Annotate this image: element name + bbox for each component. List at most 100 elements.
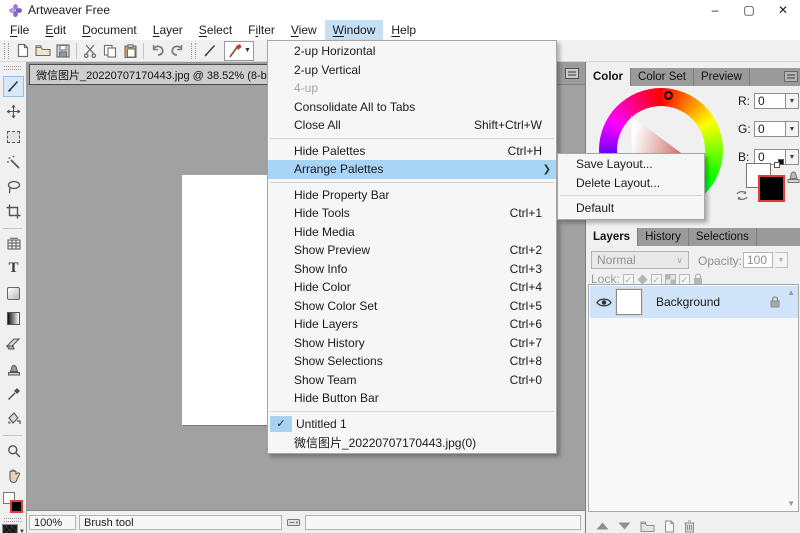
tools-drag-handle[interactable] <box>4 66 21 70</box>
menu-item-hide-property-bar[interactable]: Hide Property Bar <box>268 186 556 205</box>
texture-dropdown-arrow[interactable]: ▼ <box>19 529 25 533</box>
menu-item-show-info[interactable]: Show InfoCtrl+3 <box>268 260 556 279</box>
red-value[interactable]: 0 <box>754 93 786 109</box>
hand-tool-icon[interactable] <box>3 465 24 486</box>
layer-thumbnail[interactable] <box>616 289 642 315</box>
zoom-level-field[interactable]: 100% <box>29 515 76 530</box>
menu-view[interactable]: View <box>283 20 325 40</box>
menu-item-hide-tools[interactable]: Hide ToolsCtrl+1 <box>268 204 556 223</box>
blend-mode-dropdown[interactable]: Normal∨ <box>591 251 689 269</box>
menu-item-consolidate-all[interactable]: Consolidate All to Tabs <box>268 98 556 117</box>
menu-item-untitled-1[interactable]: ✓Untitled 1 <box>268 415 556 434</box>
layer-row-background[interactable]: Background <box>590 286 798 318</box>
layer-scroll-down-icon[interactable]: ▼ <box>787 499 795 508</box>
texture-swatch[interactable] <box>2 524 18 533</box>
menu-edit[interactable]: Edit <box>37 20 74 40</box>
move-layer-down-icon[interactable] <box>618 522 631 530</box>
menu-help[interactable]: Help <box>383 20 424 40</box>
toolbar-drag-handle[interactable] <box>4 43 9 59</box>
shape-tool-icon[interactable] <box>3 283 24 304</box>
cut-button[interactable] <box>80 42 100 60</box>
magic-wand-tool-icon[interactable] <box>3 151 24 172</box>
panel-background-swatch[interactable] <box>758 175 785 202</box>
gradient-tool-icon[interactable] <box>3 308 24 329</box>
move-tool-icon[interactable] <box>3 101 24 122</box>
brush-tool-icon[interactable] <box>3 76 24 97</box>
delete-layer-icon[interactable] <box>684 520 695 533</box>
tab-color[interactable]: Color <box>586 68 631 86</box>
submenu-item-delete-layout[interactable]: Delete Layout... <box>558 174 704 193</box>
menu-item-show-team[interactable]: Show TeamCtrl+0 <box>268 371 556 390</box>
lock-position-checkbox[interactable]: ✓ <box>623 274 634 285</box>
swap-colors-icon[interactable] <box>736 190 748 201</box>
menu-item-2up-horizontal[interactable]: 2-up Horizontal <box>268 42 556 61</box>
menu-filter[interactable]: Filter <box>240 20 283 40</box>
new-document-button[interactable] <box>13 42 33 60</box>
layer-visibility-eye-icon[interactable] <box>596 297 612 308</box>
menu-file[interactable]: File <box>2 20 37 40</box>
rect-select-tool-icon[interactable] <box>3 126 24 147</box>
menu-item-arrange-palettes[interactable]: Arrange Palettes❯ <box>268 160 556 179</box>
layer-scroll-up-icon[interactable]: ▲ <box>787 288 795 297</box>
submenu-item-default[interactable]: Default <box>558 199 704 218</box>
menu-item-hide-media[interactable]: Hide Media <box>268 223 556 242</box>
menu-item-document-2[interactable]: 微信图片_20220707170443.jpg(0) <box>268 433 556 452</box>
lock-all-checkbox[interactable]: ✓ <box>679 274 690 285</box>
open-button[interactable] <box>33 42 53 60</box>
opacity-dropdown-arrow[interactable]: ▼ <box>775 252 788 268</box>
close-button[interactable]: ✕ <box>766 0 800 20</box>
crop-tool-icon[interactable] <box>3 201 24 222</box>
new-layer-icon[interactable] <box>664 520 675 533</box>
green-dropdown-arrow[interactable]: ▼ <box>786 121 799 137</box>
submenu-item-save-layout[interactable]: Save Layout... <box>558 155 704 174</box>
minimize-button[interactable]: – <box>698 0 732 20</box>
menu-item-hide-palettes[interactable]: Hide PalettesCtrl+H <box>268 142 556 161</box>
copy-button[interactable] <box>100 42 120 60</box>
menu-item-show-preview[interactable]: Show PreviewCtrl+2 <box>268 241 556 260</box>
clone-stamp-tool-icon[interactable] <box>3 358 24 379</box>
menu-item-show-history[interactable]: Show HistoryCtrl+7 <box>268 334 556 353</box>
menu-window[interactable]: Window <box>325 20 384 40</box>
menu-item-2up-vertical[interactable]: 2-up Vertical <box>268 61 556 80</box>
green-value[interactable]: 0 <box>754 121 786 137</box>
blue-dropdown-arrow[interactable]: ▼ <box>786 149 799 165</box>
undo-button[interactable] <box>147 42 167 60</box>
menu-select[interactable]: Select <box>191 20 240 40</box>
texture-picker[interactable]: ▼ <box>2 524 25 533</box>
maximize-button[interactable]: ▢ <box>732 0 766 20</box>
lock-pixels-checkbox[interactable]: ✓ <box>651 274 662 285</box>
brush-stroke-icon[interactable] <box>200 42 220 60</box>
save-button[interactable] <box>53 42 73 60</box>
menu-document[interactable]: Document <box>74 20 145 40</box>
brush-preset-dropdown-arrow[interactable]: ▼ <box>244 47 251 54</box>
red-dropdown-arrow[interactable]: ▼ <box>786 93 799 109</box>
tab-selections[interactable]: Selections <box>689 228 757 246</box>
menu-item-hide-color[interactable]: Hide ColorCtrl+4 <box>268 278 556 297</box>
mosaic-tool-icon[interactable] <box>3 233 24 254</box>
lasso-tool-icon[interactable] <box>3 176 24 197</box>
redo-button[interactable] <box>167 42 187 60</box>
menu-item-hide-layers[interactable]: Hide LayersCtrl+6 <box>268 315 556 334</box>
tab-color-set[interactable]: Color Set <box>631 68 694 86</box>
menu-item-show-color-set[interactable]: Show Color SetCtrl+5 <box>268 297 556 316</box>
propertybar-drag-handle[interactable] <box>191 43 196 59</box>
paste-button[interactable] <box>120 42 140 60</box>
text-tool-icon[interactable]: T <box>3 258 24 279</box>
paint-bucket-tool-icon[interactable] <box>3 408 24 429</box>
new-group-icon[interactable] <box>640 521 655 532</box>
background-swatch[interactable] <box>10 500 23 513</box>
tab-bar-menu-icon[interactable] <box>565 68 579 79</box>
eyedropper-tool-icon[interactable] <box>3 383 24 404</box>
default-colors-icon[interactable] <box>774 159 784 168</box>
brush-preset-picker[interactable]: ▼ <box>224 41 254 61</box>
tab-history[interactable]: History <box>638 228 689 246</box>
document-tab[interactable]: 微信图片_20220707170443.jpg @ 38.52% (8-bit) <box>29 64 283 85</box>
stamp-icon[interactable] <box>787 168 800 184</box>
hue-marker[interactable] <box>664 91 673 100</box>
eraser-tool-icon[interactable] <box>3 333 24 354</box>
zoom-tool-icon[interactable] <box>3 440 24 461</box>
tab-layers[interactable]: Layers <box>586 228 638 246</box>
layer-name[interactable]: Background <box>656 295 770 309</box>
color-palette-menu-icon[interactable] <box>784 71 798 82</box>
menu-item-close-all[interactable]: Close AllShift+Ctrl+W <box>268 116 556 135</box>
